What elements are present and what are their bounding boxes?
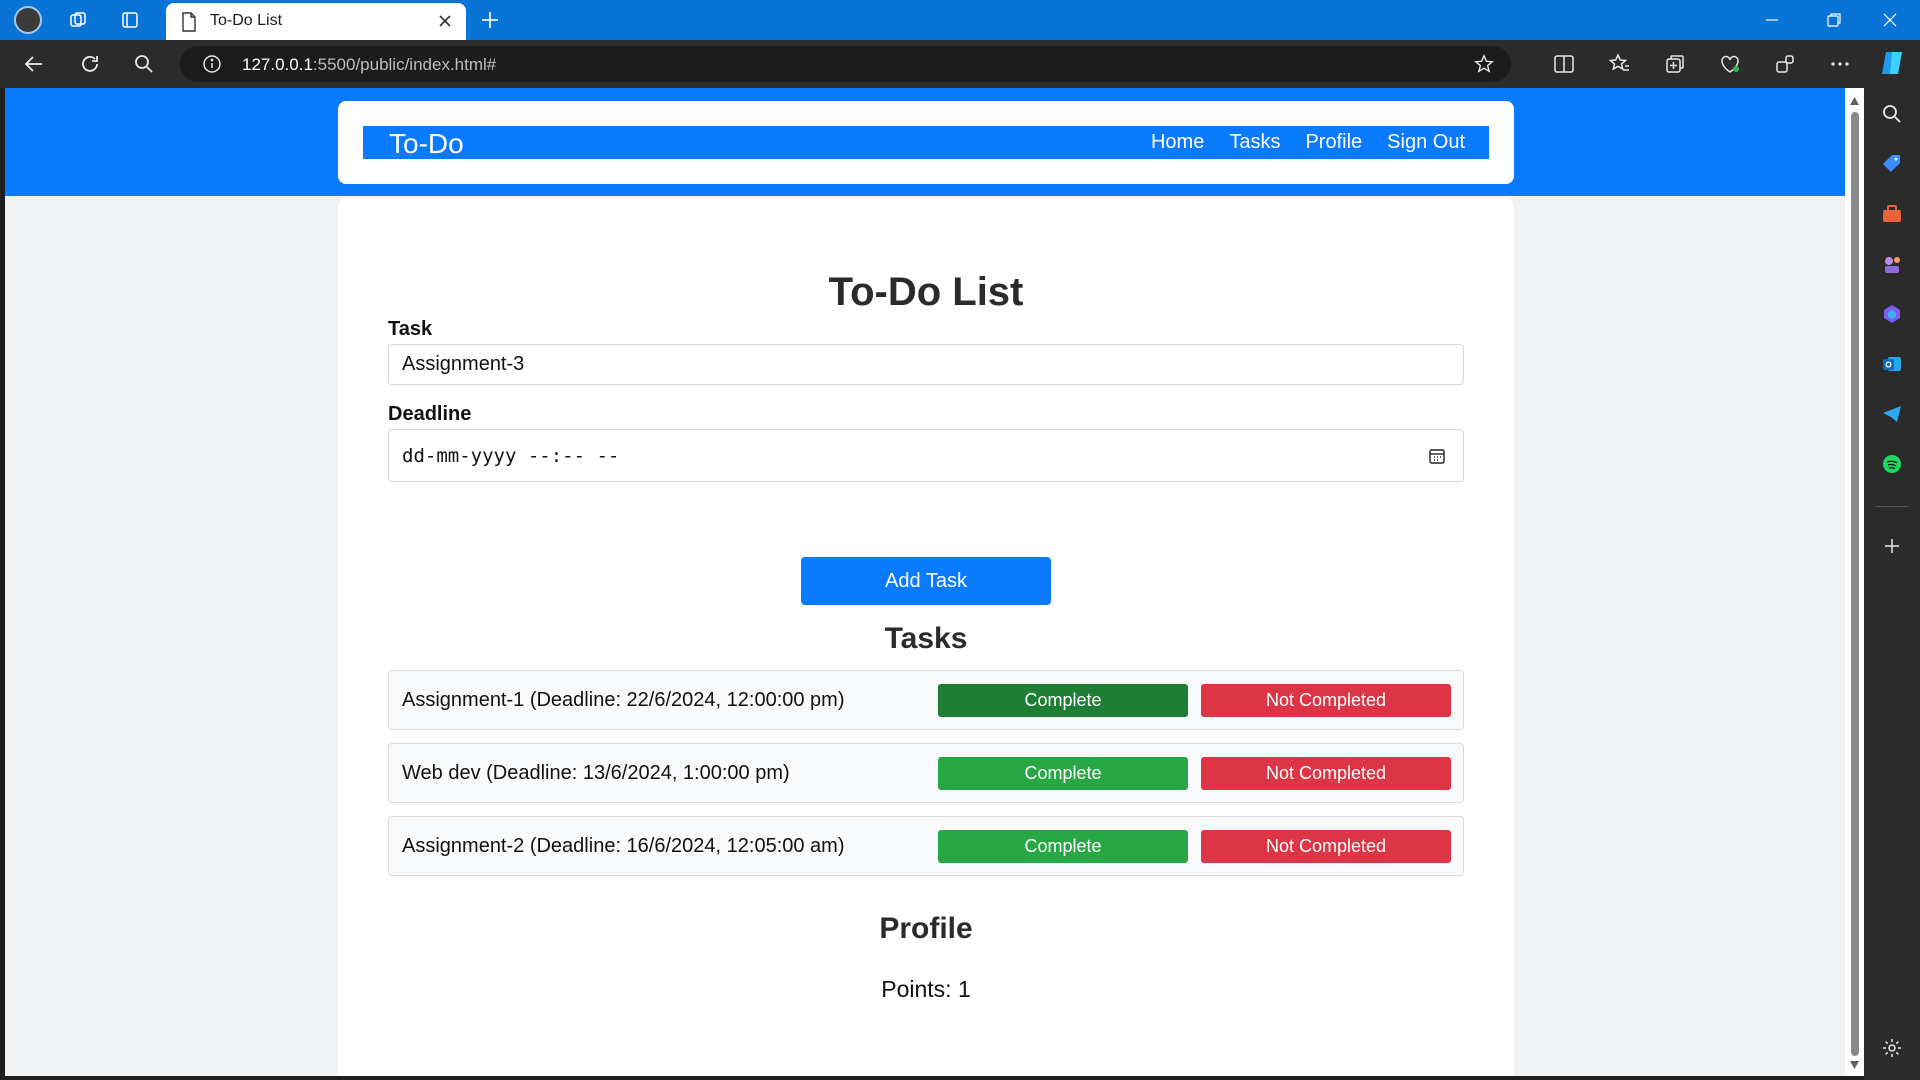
address-field[interactable]: 127.0.0.1:5500/public/index.html# <box>180 46 1511 82</box>
tab-active[interactable]: To-Do List <box>166 3 466 40</box>
sidebar-settings-icon[interactable] <box>1880 1036 1904 1060</box>
not-completed-button[interactable]: Not Completed <box>1201 757 1451 790</box>
main-card: To-Do List Task Deadline dd-mm-yyyy --:-… <box>338 198 1514 1076</box>
task-input[interactable] <box>388 344 1464 385</box>
tab-title: To-Do List <box>210 12 283 29</box>
more-options-icon[interactable] <box>1828 52 1852 76</box>
brand-logo[interactable]: To-Do <box>389 128 464 160</box>
page-viewport: To-Do Home Tasks Profile Sign Out To-Do … <box>5 88 1845 1076</box>
add-sidebar-app-icon[interactable] <box>1880 534 1904 558</box>
sidebar-divider <box>1876 506 1908 507</box>
profile-avatar[interactable] <box>14 6 42 34</box>
task-row: Assignment-1 (Deadline: 22/6/2024, 12:00… <box>388 670 1464 730</box>
nav-link-profile[interactable]: Profile <box>1305 131 1362 154</box>
task-text: Assignment-2 (Deadline: 16/6/2024, 12:05… <box>402 835 845 857</box>
nav-links: Home Tasks Profile Sign Out <box>1151 131 1465 154</box>
spotify-icon[interactable] <box>1880 452 1904 476</box>
page-icon <box>182 12 196 32</box>
task-row: Web dev (Deadline: 13/6/2024, 1:00:00 pm… <box>388 743 1464 803</box>
deadline-label: Deadline <box>388 403 472 425</box>
calendar-icon[interactable] <box>1427 446 1447 466</box>
collections-icon[interactable] <box>1663 52 1687 76</box>
url-host: 127.0.0.1 <box>242 55 313 74</box>
svg-text:O: O <box>1885 361 1891 370</box>
page-title: To-Do List <box>828 270 1024 314</box>
complete-button[interactable]: Complete <box>938 757 1188 790</box>
complete-button[interactable]: Complete <box>938 684 1188 717</box>
task-label: Task <box>388 318 433 340</box>
tab-actions-icon[interactable] <box>118 8 142 32</box>
close-window-icon[interactable] <box>1878 8 1902 32</box>
nav-link-sign-out[interactable]: Sign Out <box>1387 131 1465 154</box>
favorite-star-icon[interactable] <box>1473 53 1495 75</box>
restore-icon[interactable] <box>1822 8 1846 32</box>
search-icon[interactable] <box>132 52 156 76</box>
browser-titlebar: To-Do List <box>0 0 1920 40</box>
scroll-thumb[interactable] <box>1851 112 1859 1056</box>
refresh-icon[interactable] <box>78 52 102 76</box>
scroll-down-arrow-icon[interactable] <box>1849 1060 1860 1070</box>
sidebar-search-icon[interactable] <box>1880 102 1904 126</box>
task-text: Web dev (Deadline: 13/6/2024, 1:00:00 pm… <box>402 762 790 784</box>
profile-heading: Profile <box>879 912 973 945</box>
scroll-up-arrow-icon[interactable] <box>1849 96 1860 106</box>
url-text: 127.0.0.1:5500/public/index.html# <box>242 55 496 75</box>
nav-link-tasks[interactable]: Tasks <box>1229 131 1280 154</box>
back-icon[interactable] <box>22 52 46 76</box>
points-text: Points: 1 <box>881 976 971 1002</box>
split-screen-icon[interactable] <box>1552 52 1576 76</box>
favorites-icon[interactable] <box>1608 52 1632 76</box>
tasks-heading: Tasks <box>884 622 968 655</box>
deadline-input[interactable]: dd-mm-yyyy --:-- -- <box>388 429 1464 482</box>
microsoft-365-icon[interactable] <box>1880 302 1904 326</box>
edge-sidebar: O <box>1864 88 1920 1080</box>
outlook-icon[interactable]: O <box>1880 352 1904 376</box>
browser-toolbar: 127.0.0.1:5500/public/index.html# <box>0 40 1920 88</box>
not-completed-button[interactable]: Not Completed <box>1201 830 1451 863</box>
site-info-icon[interactable] <box>202 54 222 74</box>
shopping-tag-icon[interactable] <box>1880 152 1904 176</box>
telegram-icon[interactable] <box>1880 402 1904 426</box>
not-completed-button[interactable]: Not Completed <box>1201 684 1451 717</box>
workspaces-icon[interactable] <box>66 8 90 32</box>
task-text: Assignment-1 (Deadline: 22/6/2024, 12:00… <box>402 689 845 711</box>
task-row: Assignment-2 (Deadline: 16/6/2024, 12:05… <box>388 816 1464 876</box>
add-task-button[interactable]: Add Task <box>801 557 1051 605</box>
url-path: :5500/public/index.html# <box>312 55 497 74</box>
copilot-icon[interactable] <box>1878 48 1908 78</box>
deadline-placeholder: dd-mm-yyyy --:-- -- <box>402 445 620 467</box>
close-tab-icon[interactable] <box>436 12 454 30</box>
minimize-icon[interactable] <box>1760 8 1784 32</box>
browser-essentials-icon[interactable] <box>1718 52 1742 76</box>
tools-icon[interactable] <box>1880 202 1904 226</box>
extensions-icon[interactable] <box>1773 52 1797 76</box>
nav-link-home[interactable]: Home <box>1151 131 1204 154</box>
navbar-card: To-Do Home Tasks Profile Sign Out <box>338 101 1514 184</box>
games-icon[interactable] <box>1880 252 1904 276</box>
navbar: To-Do Home Tasks Profile Sign Out <box>363 126 1489 159</box>
complete-button[interactable]: Complete <box>938 830 1188 863</box>
page-scrollbar[interactable] <box>1845 88 1864 1076</box>
new-tab-icon[interactable] <box>478 8 502 32</box>
